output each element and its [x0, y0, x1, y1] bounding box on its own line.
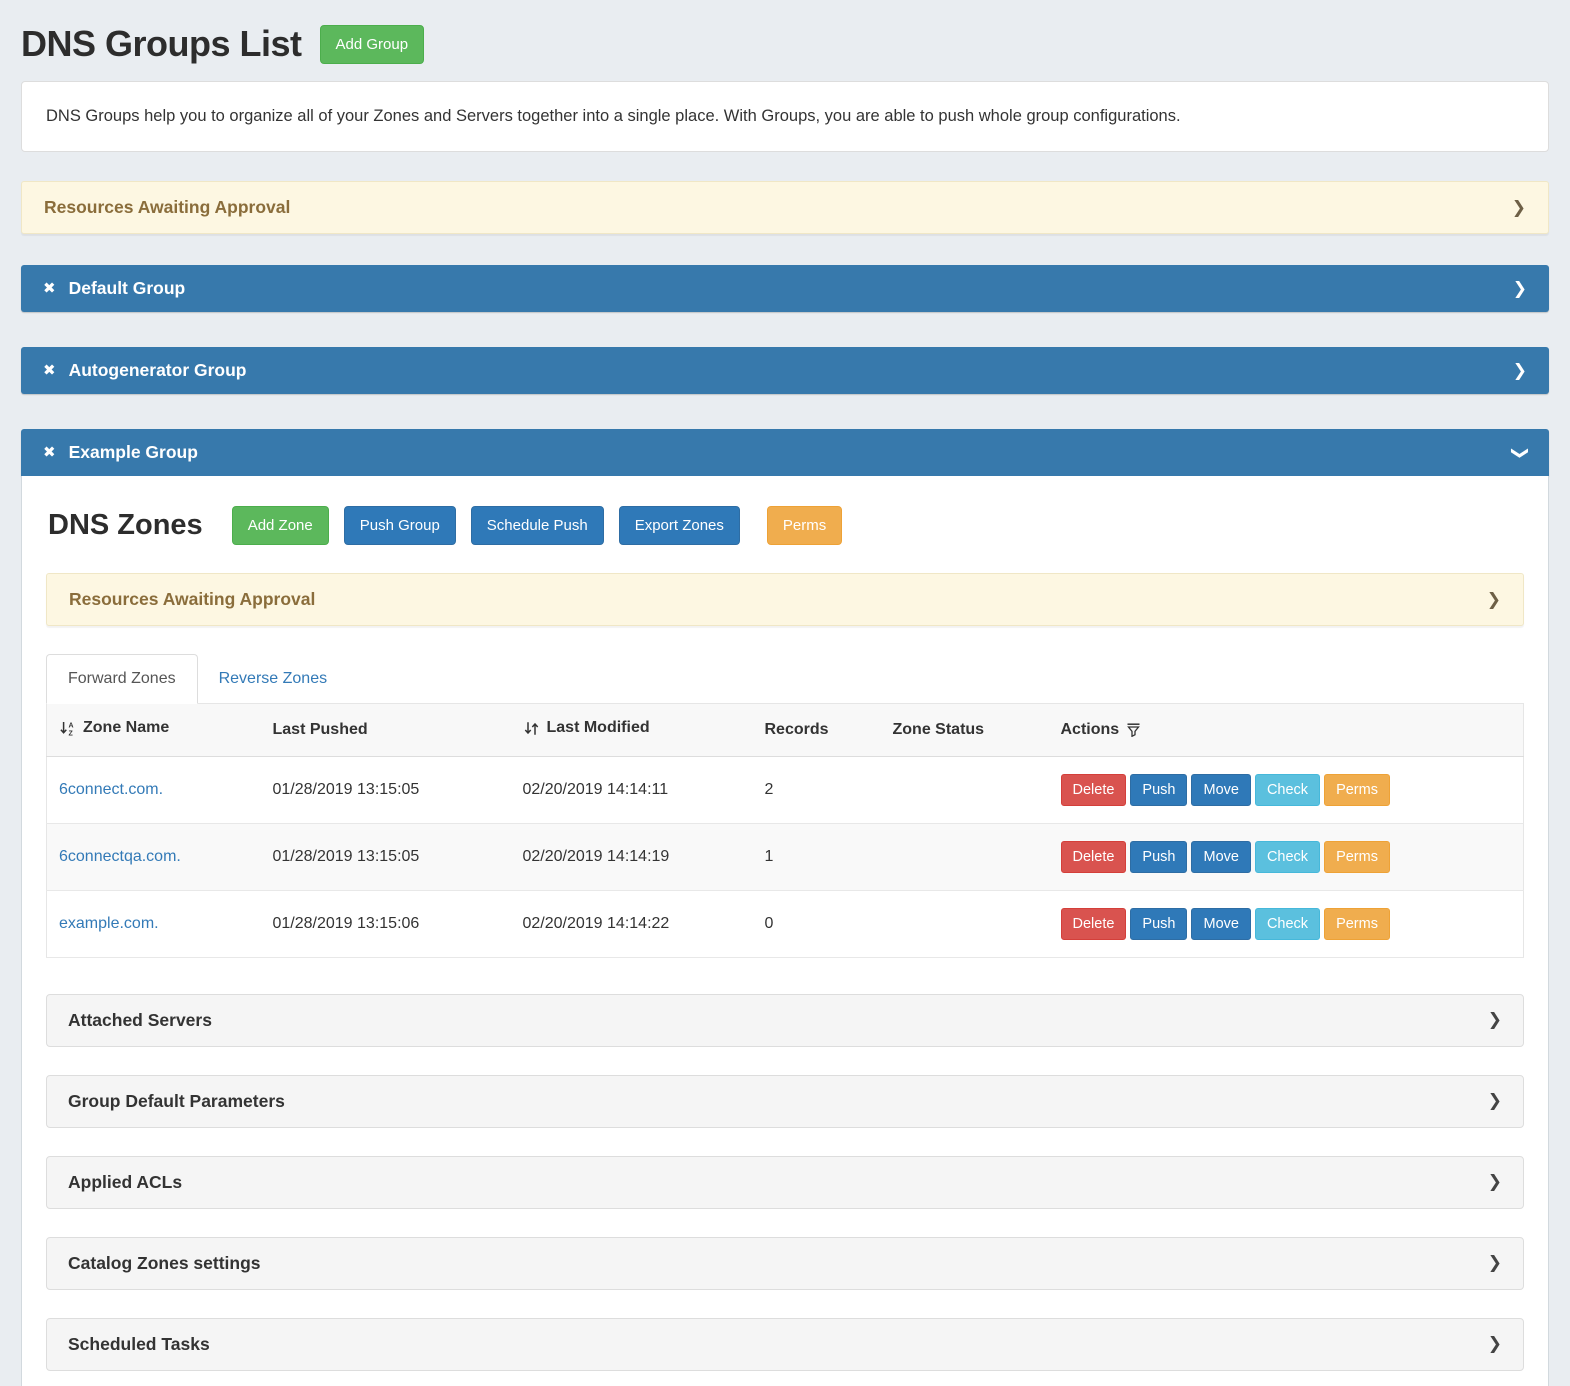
- group-label: Example Group: [69, 442, 198, 463]
- awaiting-approval-label: Resources Awaiting Approval: [44, 197, 290, 218]
- tab-reverse-zones[interactable]: Reverse Zones: [198, 655, 349, 703]
- dns-zones-title: DNS Zones: [48, 509, 203, 542]
- perms-button[interactable]: Perms: [767, 506, 842, 545]
- close-icon[interactable]: ✖: [43, 445, 56, 460]
- group-panel-default[interactable]: ✖ Default Group ❯: [21, 265, 1549, 312]
- chevron-right-icon: ❯: [1488, 1010, 1502, 1030]
- section-scheduled-tasks[interactable]: Scheduled Tasks ❯: [46, 1318, 1524, 1371]
- chevron-right-icon: ❯: [1513, 279, 1527, 299]
- chevron-right-icon: ❯: [1488, 1253, 1502, 1273]
- delete-button[interactable]: Delete: [1061, 841, 1127, 873]
- dns-zones-header: DNS Zones Add Zone Push Group Schedule P…: [48, 506, 1524, 545]
- col-header-last-modified[interactable]: Last Modified: [511, 704, 753, 757]
- col-header-records: Records: [753, 704, 881, 757]
- chevron-right-icon: ❯: [1488, 1172, 1502, 1192]
- group-panel-autogenerator[interactable]: ✖ Autogenerator Group ❯: [21, 347, 1549, 394]
- sort-alpha-icon: A Z: [59, 721, 76, 736]
- group-sections: Attached Servers ❯ Group Default Paramet…: [46, 994, 1524, 1371]
- zone-link[interactable]: example.com.: [59, 915, 159, 932]
- cell-zone-status: [881, 756, 1049, 823]
- cell-zone-status: [881, 890, 1049, 957]
- section-catalog-zones-settings[interactable]: Catalog Zones settings ❯: [46, 1237, 1524, 1290]
- cell-records: 0: [753, 890, 881, 957]
- group-panel-example[interactable]: ✖ Example Group ❯: [21, 429, 1549, 476]
- col-header-last-pushed: Last Pushed: [261, 704, 511, 757]
- awaiting-approval-panel[interactable]: Resources Awaiting Approval ❯: [21, 181, 1549, 234]
- close-icon[interactable]: ✖: [43, 281, 56, 296]
- cell-last-pushed: 01/28/2019 13:15:05: [261, 756, 511, 823]
- tab-forward-zones[interactable]: Forward Zones: [46, 654, 198, 704]
- group-label: Default Group: [69, 278, 186, 299]
- add-group-button[interactable]: Add Group: [320, 25, 425, 64]
- move-button[interactable]: Move: [1191, 908, 1250, 940]
- close-icon[interactable]: ✖: [43, 363, 56, 378]
- push-button[interactable]: Push: [1130, 908, 1187, 940]
- table-row: example.com. 01/28/2019 13:15:06 02/20/2…: [47, 890, 1524, 957]
- cell-last-pushed: 01/28/2019 13:15:05: [261, 823, 511, 890]
- svg-text:Z: Z: [69, 730, 74, 736]
- col-header-zone-status: Zone Status: [881, 704, 1049, 757]
- cell-last-modified: 02/20/2019 14:14:22: [511, 890, 753, 957]
- zones-table: A Z Zone Name Last Pushed: [46, 703, 1524, 958]
- section-applied-acls[interactable]: Applied ACLs ❯: [46, 1156, 1524, 1209]
- chevron-right-icon: ❯: [1488, 1334, 1502, 1354]
- check-button[interactable]: Check: [1255, 908, 1320, 940]
- perms-row-button[interactable]: Perms: [1324, 908, 1390, 940]
- section-attached-servers[interactable]: Attached Servers ❯: [46, 994, 1524, 1047]
- cell-records: 1: [753, 823, 881, 890]
- add-zone-button[interactable]: Add Zone: [232, 506, 329, 545]
- page-header: DNS Groups List Add Group: [21, 23, 1549, 65]
- group-body: DNS Zones Add Zone Push Group Schedule P…: [21, 476, 1549, 1386]
- group-label: Autogenerator Group: [69, 360, 247, 381]
- delete-button[interactable]: Delete: [1061, 908, 1127, 940]
- col-header-actions[interactable]: Actions: [1049, 704, 1524, 757]
- cell-last-modified: 02/20/2019 14:14:11: [511, 756, 753, 823]
- cell-zone-status: [881, 823, 1049, 890]
- chevron-right-icon: ❯: [1513, 361, 1527, 381]
- push-button[interactable]: Push: [1130, 774, 1187, 806]
- cell-last-modified: 02/20/2019 14:14:19: [511, 823, 753, 890]
- sort-icon: [523, 721, 540, 736]
- cell-last-pushed: 01/28/2019 13:15:06: [261, 890, 511, 957]
- push-button[interactable]: Push: [1130, 841, 1187, 873]
- chevron-right-icon: ❯: [1487, 590, 1501, 610]
- group-example-expanded: ✖ Example Group ❯ DNS Zones Add Zone Pus…: [21, 429, 1549, 1386]
- page-title: DNS Groups List: [21, 23, 302, 65]
- table-row: 6connect.com. 01/28/2019 13:15:05 02/20/…: [47, 756, 1524, 823]
- chevron-right-icon: ❯: [1512, 198, 1526, 218]
- awaiting-approval-panel-inner[interactable]: Resources Awaiting Approval ❯: [46, 573, 1524, 626]
- zone-link[interactable]: 6connectqa.com.: [59, 848, 181, 865]
- check-button[interactable]: Check: [1255, 841, 1320, 873]
- chevron-down-icon: ❯: [1510, 445, 1530, 459]
- move-button[interactable]: Move: [1191, 841, 1250, 873]
- table-header-row: A Z Zone Name Last Pushed: [47, 704, 1524, 757]
- cell-records: 2: [753, 756, 881, 823]
- filter-icon[interactable]: [1126, 722, 1141, 737]
- table-row: 6connectqa.com. 01/28/2019 13:15:05 02/2…: [47, 823, 1524, 890]
- schedule-push-button[interactable]: Schedule Push: [471, 506, 604, 545]
- check-button[interactable]: Check: [1255, 774, 1320, 806]
- chevron-right-icon: ❯: [1488, 1091, 1502, 1111]
- section-group-default-parameters[interactable]: Group Default Parameters ❯: [46, 1075, 1524, 1128]
- page-description: DNS Groups help you to organize all of y…: [21, 81, 1549, 152]
- zones-tabs: Forward Zones Reverse Zones: [46, 654, 1524, 703]
- dns-groups-page: DNS Groups List Add Group DNS Groups hel…: [0, 0, 1570, 1386]
- export-zones-button[interactable]: Export Zones: [619, 506, 740, 545]
- zone-link[interactable]: 6connect.com.: [59, 781, 163, 798]
- col-header-zone-name[interactable]: A Z Zone Name: [47, 704, 261, 757]
- push-group-button[interactable]: Push Group: [344, 506, 456, 545]
- move-button[interactable]: Move: [1191, 774, 1250, 806]
- perms-row-button[interactable]: Perms: [1324, 774, 1390, 806]
- perms-row-button[interactable]: Perms: [1324, 841, 1390, 873]
- awaiting-approval-label: Resources Awaiting Approval: [69, 589, 315, 610]
- delete-button[interactable]: Delete: [1061, 774, 1127, 806]
- svg-text:A: A: [69, 722, 74, 729]
